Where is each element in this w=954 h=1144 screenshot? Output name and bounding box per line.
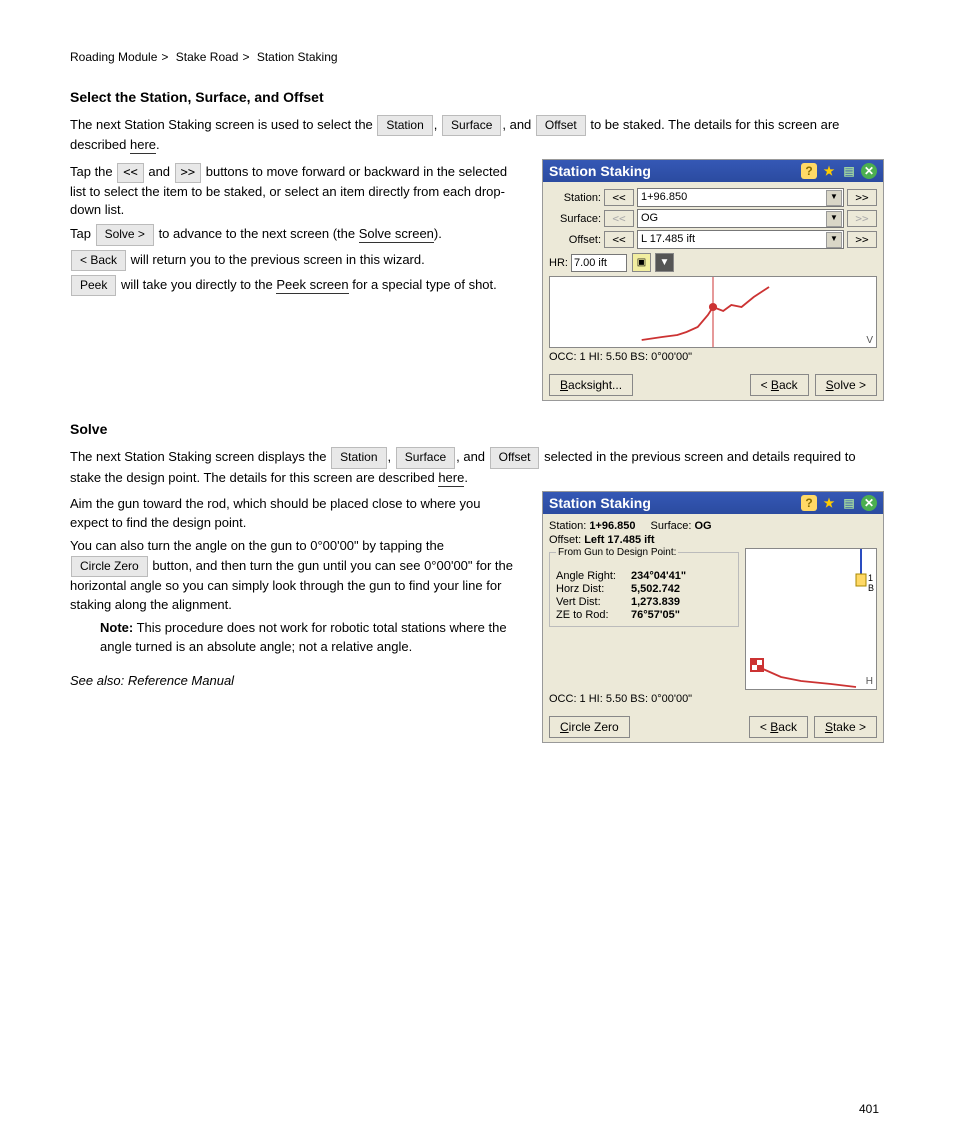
fieldset-gun-to-design: From Gun to Design Point: Angle Right:23… [549,552,739,627]
plan-map[interactable]: 1 B H [745,548,877,690]
surface-dropdown[interactable]: OG▼ [637,209,844,228]
station-dropdown[interactable]: 1+96.850▼ [637,188,844,207]
help-icon[interactable]: ? [801,163,817,179]
star-icon[interactable]: ★ [821,163,837,179]
header-offset: Offset:Left 17.485 ift [549,534,877,546]
link-here[interactable]: here [130,137,156,154]
stake-button[interactable]: Stake > [814,716,877,738]
clipboard-icon[interactable]: ▤ [841,163,857,179]
label-station: Station [331,447,386,468]
label: Station: [549,192,601,204]
text: The next Station Staking screen displays… [70,447,884,487]
back-button-inline: < Back [71,250,126,271]
prev-surface-button[interactable]: << [604,210,634,227]
next-button-inline: >> [175,163,201,182]
label: Surface: [549,213,601,225]
prev-button-inline: << [117,163,143,182]
heading-solve: Solve [70,421,884,437]
hr-input[interactable]: 7.00 ift [571,254,627,272]
text: Tap Solve > to advance to the next scree… [70,224,517,245]
solve-button[interactable]: Solve > [815,374,877,396]
prev-offset-button[interactable]: << [604,231,634,248]
chevron-down-icon: ▼ [826,232,842,248]
titlebar: Station Staking ? ★ ▤ ✕ [543,492,883,514]
clipboard-icon[interactable]: ▤ [841,495,857,511]
titlebar: Station Staking ? ★ ▤ ✕ [543,160,883,182]
solve-button-inline: Solve > [96,224,154,245]
status-bar: OCC: 1 HI: 5.50 BS: 0°00'00" [549,693,877,705]
h-label: H [866,676,873,687]
label-station: Station [377,115,432,136]
next-station-button[interactable]: >> [847,189,877,206]
peek-button-inline: Peek [71,275,116,296]
offset-dropdown[interactable]: L 17.485 ift▼ [637,230,844,249]
note: Note: This procedure does not work for r… [100,619,517,657]
label-surface: Surface [396,447,455,468]
text: Peek will take you directly to the Peek … [70,275,517,296]
label: Offset: [549,234,601,246]
breadcrumb: Roading Module> Stake Road> Station Stak… [70,50,884,64]
text: The next Station Staking screen is used … [70,115,884,155]
link-peek-screen[interactable]: Peek screen [276,277,348,294]
hr-label: HR: [549,257,568,269]
label-surface: Surface [442,115,501,136]
profile-graph[interactable]: V [549,276,877,348]
back-button[interactable]: < Back [749,716,808,738]
label-offset: Offset [490,447,540,468]
link-here-2[interactable]: here [438,470,464,487]
text: Aim the gun toward the rod, which should… [70,495,517,533]
chevron-down-icon: ▼ [826,190,842,206]
panel-station-staking-1: Station Staking ? ★ ▤ ✕ Station: << 1+96… [542,159,884,401]
back-button[interactable]: < Back [750,374,809,396]
circle-zero-button[interactable]: Circle Zero [549,716,630,738]
prev-station-button[interactable]: << [604,189,634,206]
v-label: V [866,335,873,346]
see-also: See also: Reference Manual [70,672,517,691]
text: < Back will return you to the previous s… [70,250,517,271]
page-number: 401 [859,1102,879,1116]
label-offset: Offset [536,115,586,136]
header-values: Station:1+96.850 Surface:OG [549,520,877,532]
heading-select: Select the Station, Surface, and Offset [70,89,884,105]
svg-text:1: 1 [868,573,873,583]
panel-station-staking-2: Station Staking ? ★ ▤ ✕ Station:1+96.850… [542,491,884,743]
star-icon[interactable]: ★ [821,495,837,511]
status-bar: OCC: 1 HI: 5.50 BS: 0°00'00" [549,351,877,363]
help-icon[interactable]: ? [801,495,817,511]
close-icon[interactable]: ✕ [861,163,877,179]
close-icon[interactable]: ✕ [861,495,877,511]
dropdown-icon[interactable]: ▼ [655,253,674,272]
next-surface-button[interactable]: >> [847,210,877,227]
rod-icon[interactable]: ▣ [632,253,651,272]
text: You can also turn the angle on the gun t… [70,537,517,615]
next-offset-button[interactable]: >> [847,231,877,248]
link-solve-screen[interactable]: Solve screen [359,226,434,243]
backsight-button[interactable]: Backsight... [549,374,633,396]
chevron-down-icon: ▼ [826,211,842,227]
svg-text:B: B [868,583,874,593]
text: Tap the << and >> buttons to move forwar… [70,163,517,220]
circle-zero-inline: Circle Zero [71,556,148,577]
